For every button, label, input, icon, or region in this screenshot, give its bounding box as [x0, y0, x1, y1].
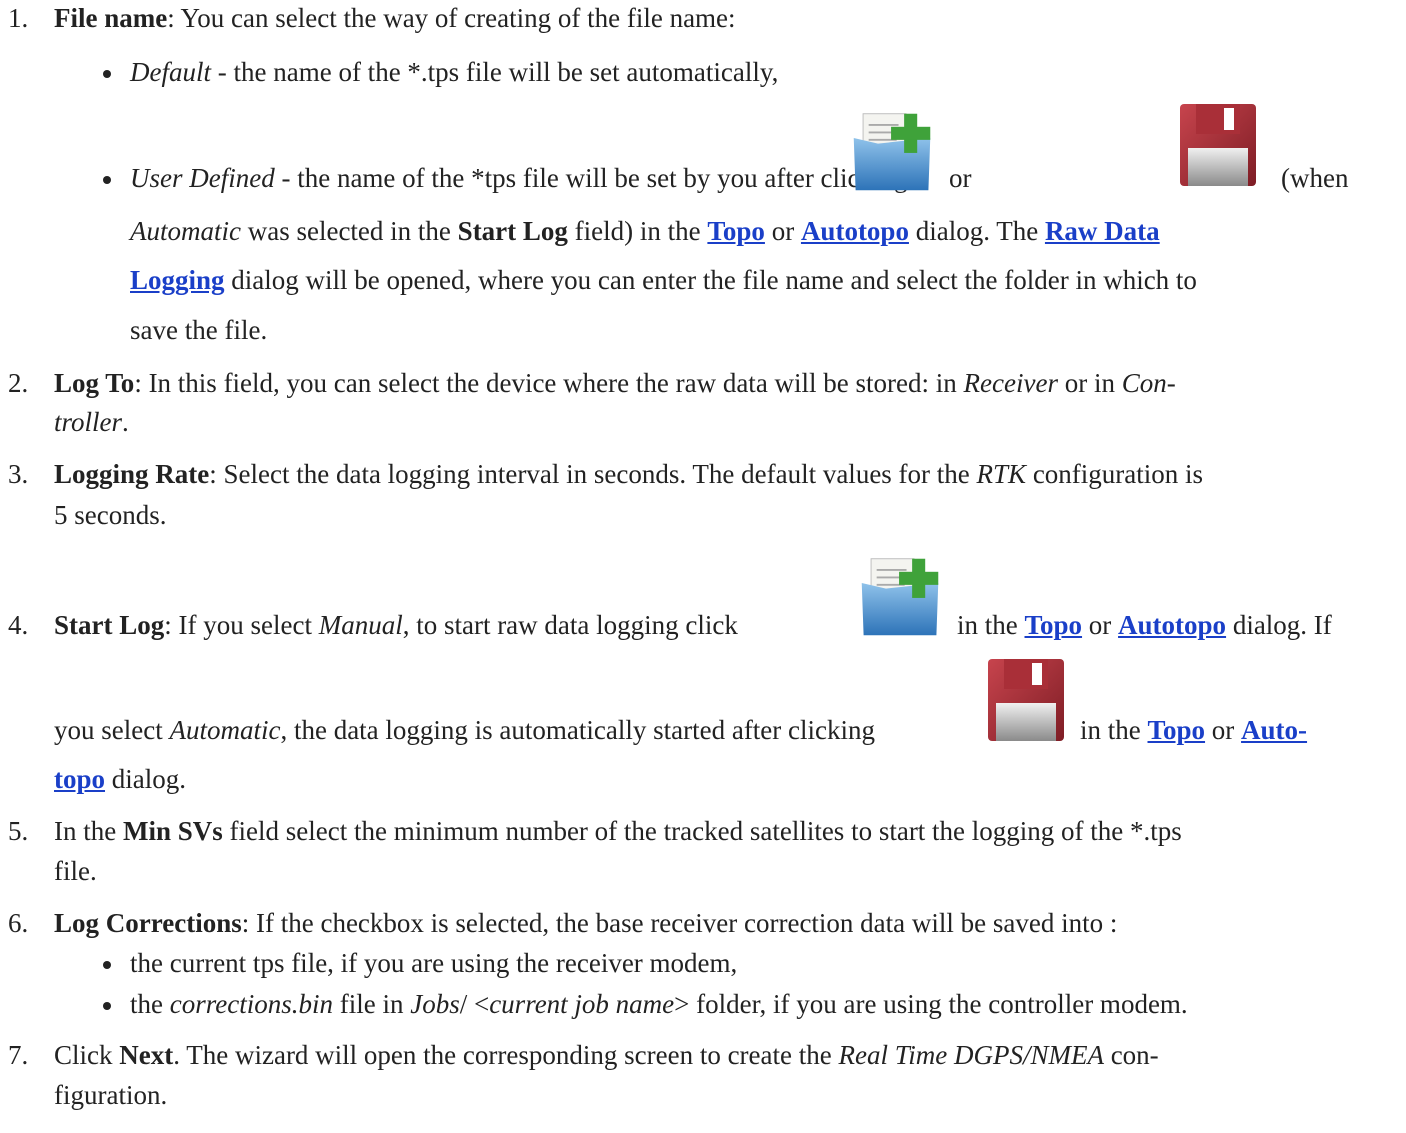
help-document: 1. File name: You can select the way of …: [8, 3, 1349, 1110]
term-logging-rate: Logging Rate: [54, 459, 210, 489]
bullet-user-defined-line2: Automatic was selected in the Start Log …: [130, 216, 1160, 246]
raw-data-logging-link[interactable]: Raw Data: [1045, 216, 1160, 246]
floppy-save-icon[interactable]: [980, 652, 1070, 748]
new-log-folder-icon[interactable]: [854, 555, 946, 639]
term-next: Next: [119, 1040, 174, 1070]
raw-data-logging-link-cont[interactable]: Logging: [130, 265, 225, 295]
autotopo-link-cont[interactable]: topo: [54, 764, 105, 794]
term-log-corrections: Log Corrections: [54, 908, 242, 938]
term-log-to: Log To: [54, 368, 135, 398]
autotopo-link[interactable]: Autotopo: [1118, 610, 1226, 640]
topo-link[interactable]: Topo: [1148, 715, 1206, 745]
topo-link[interactable]: Topo: [1025, 610, 1083, 640]
topo-link[interactable]: Topo: [707, 216, 765, 246]
term-min-svs: Min SVs: [122, 816, 223, 846]
item-number: 1.: [8, 3, 29, 33]
new-log-folder-icon[interactable]: [846, 110, 938, 194]
floppy-save-icon[interactable]: [1172, 96, 1262, 194]
autotopo-link[interactable]: Autotopo: [801, 216, 909, 246]
autotopo-link[interactable]: Auto-: [1241, 715, 1307, 745]
term-start-log: Start Log: [54, 610, 165, 640]
term-file-name: File name: [54, 3, 168, 33]
